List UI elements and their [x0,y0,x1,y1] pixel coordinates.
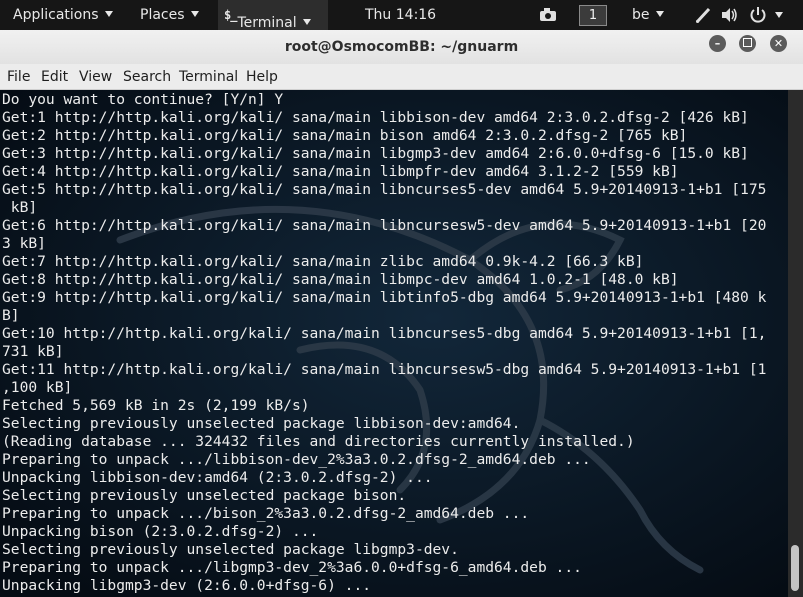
terminal-line: Get:11 http://http.kali.org/kali/ sana/m… [2,361,767,378]
chevron-down-icon[interactable] [775,12,783,18]
terminal-line: Get:7 http://http.kali.org/kali/ sana/ma… [2,253,644,270]
menu-terminal[interactable]: Terminal [179,64,238,91]
terminal-line: Fetched 5,569 kB in 2s (2,199 kB/s) [2,397,310,414]
terminal-line: Get:1 http://http.kali.org/kali/ sana/ma… [2,109,749,126]
workspace-indicator[interactable]: 1 [579,5,607,26]
terminal-line: Selecting previously unselected package … [2,487,407,504]
close-icon[interactable]: ✕ [770,35,787,52]
scrollbar-thumb[interactable] [791,545,799,591]
terminal-line: Get:10 http://http.kali.org/kali/ sana/m… [2,325,767,342]
terminal-line: Get:9 http://http.kali.org/kali/ sana/ma… [2,289,767,306]
terminal-line: ,100 kB] [2,379,73,396]
applications-label: Applications [13,7,99,23]
terminal-line: Preparing to unpack .../libbison-dev_2%3… [2,451,591,468]
terminal-line: 3 kB] [2,235,46,252]
terminal-line: Unpacking libbison-dev:amd64 (2:3.0.2.df… [2,469,433,486]
terminal-line: Get:5 http://http.kali.org/kali/ sana/ma… [2,181,767,198]
window-title: root@OsmocomBB: ~/gnuarm [284,39,519,55]
keyboard-layout-label: be [632,7,650,23]
minimize-icon[interactable]: – [709,35,726,52]
chevron-down-icon [190,11,199,17]
terminal-line: Selecting previously unselected package … [2,541,459,558]
menu-view[interactable]: View [79,64,112,91]
clock-label: Thu 14:16 [365,7,437,23]
window-titlebar[interactable]: root@OsmocomBB: ~/gnuarm – ✕ [0,30,803,64]
terminal-icon: $_ [224,8,237,22]
workspace-number: 1 [588,8,598,23]
terminal-line: kB] [2,199,38,216]
terminal-line: B] [2,307,20,324]
menu-bar: File Edit View Search Terminal Help [0,64,803,90]
terminal-line: Get:8 http://http.kali.org/kali/ sana/ma… [2,271,679,288]
terminal-app-label: Terminal [237,15,297,31]
terminal-line: Get:3 http://http.kali.org/kali/ sana/ma… [2,145,749,162]
terminal-lines: Do you want to continue? [Y/n] Y Get:1 ht… [2,91,766,595]
terminal-line: Get:6 http://http.kali.org/kali/ sana/ma… [2,217,767,234]
terminal-line: Get:4 http://http.kali.org/kali/ sana/ma… [2,163,679,180]
chevron-down-icon [104,11,113,17]
terminal-line: Unpacking bison (2:3.0.2.dfsg-2) ... [2,523,319,540]
terminal-line: Unpacking libgmp3-dev (2:6.0.0+dfsg-6) .… [2,577,372,594]
top-panel: Applications Places $_Terminal Thu 14:16… [0,0,803,31]
terminal-line: Selecting previously unselected package … [2,415,521,432]
menu-search[interactable]: Search [123,64,171,91]
power-icon[interactable] [749,0,767,30]
terminal-line: 731 kB] [2,343,64,360]
chevron-down-icon [655,11,664,17]
keyboard-layout-menu[interactable]: be [632,0,664,30]
camera-icon[interactable] [539,0,557,30]
terminal-app-menu[interactable]: $_Terminal [224,0,311,31]
terminal-line: Preparing to unpack .../bison_2%3a3.0.2.… [2,505,530,522]
applications-menu[interactable]: Applications [13,0,113,30]
clock[interactable]: Thu 14:16 [365,0,436,30]
terminal-line: Preparing to unpack .../libgmp3-dev_2%3a… [2,559,582,576]
menu-edit[interactable]: Edit [41,64,68,91]
menu-help[interactable]: Help [246,64,278,91]
terminal-line: Do you want to continue? [Y/n] Y [2,91,284,108]
volume-icon[interactable] [721,0,739,30]
terminal-output[interactable]: Do you want to continue? [Y/n] Y Get:1 ht… [0,90,788,597]
maximize-icon[interactable] [739,35,756,52]
terminal-line: (Reading database ... 324432 files and d… [2,433,635,450]
places-label: Places [140,7,185,23]
terminal-line: Get:2 http://http.kali.org/kali/ sana/ma… [2,127,688,144]
menu-file[interactable]: File [7,64,30,91]
terminal-window: root@OsmocomBB: ~/gnuarm – ✕ File Edit V… [0,30,803,597]
scrollbar[interactable] [788,90,803,597]
pen-icon[interactable] [695,0,711,30]
places-menu[interactable]: Places [140,0,199,30]
chevron-down-icon [302,19,311,25]
